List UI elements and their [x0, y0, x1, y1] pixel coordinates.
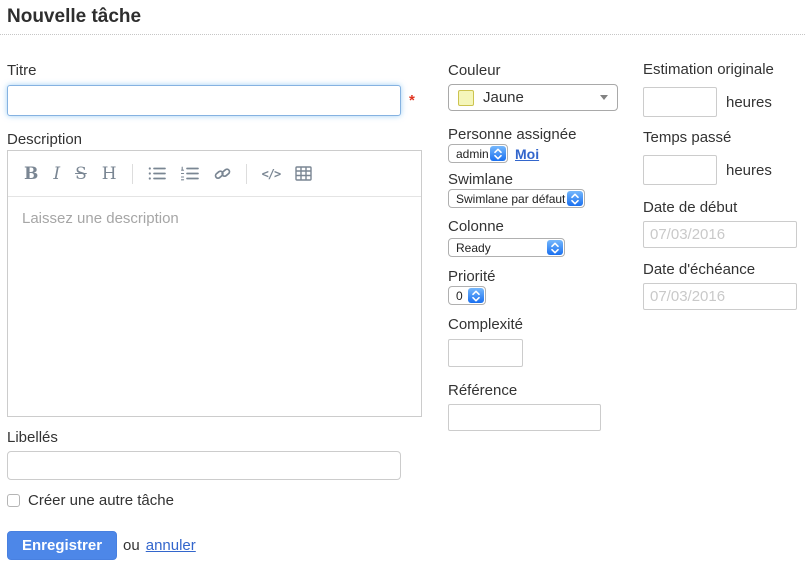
description-label: Description — [7, 131, 427, 149]
description-textarea[interactable] — [8, 197, 421, 415]
color-select[interactable]: Jaune — [448, 84, 618, 111]
complexity-label: Complexité — [448, 316, 633, 334]
description-editor: B I S H — [7, 150, 422, 417]
select-stepper-icon — [468, 288, 484, 303]
tags-label: Libellés — [7, 429, 427, 447]
start-date-label: Date de début — [643, 199, 803, 217]
form-actions: Enregistrer ou annuler — [7, 531, 427, 560]
heading-icon[interactable]: H — [102, 164, 117, 184]
reference-field: Référence — [448, 382, 633, 431]
assignee-value: admin — [456, 147, 489, 161]
reference-input[interactable] — [448, 404, 601, 431]
column-field: Colonne Ready — [448, 218, 633, 257]
complexity-field: Complexité — [448, 316, 633, 367]
ordered-list-icon[interactable] — [181, 166, 199, 181]
complexity-input[interactable] — [448, 339, 523, 367]
assignee-field: Personne assignée admin Moi — [448, 126, 633, 163]
due-date-field: Date d'échéance — [643, 261, 803, 310]
italic-icon[interactable]: I — [53, 164, 60, 184]
time-spent-label: Temps passé — [643, 129, 803, 147]
tags-input[interactable] — [7, 451, 401, 480]
unordered-list-icon[interactable] — [148, 166, 166, 181]
create-another-row: Créer une autre tâche — [7, 492, 427, 509]
swimlane-value: Swimlane par défaut — [456, 192, 565, 206]
priority-field: Priorité 0 — [448, 268, 633, 305]
title-input[interactable] — [7, 85, 401, 116]
color-value: Jaune — [483, 89, 524, 106]
column-label: Colonne — [448, 218, 633, 236]
column-value: Ready — [456, 241, 491, 255]
save-button[interactable]: Enregistrer — [7, 531, 117, 560]
assignee-label: Personne assignée — [448, 126, 633, 144]
estimate-label: Estimation originale — [643, 61, 803, 79]
tags-field: Libellés — [7, 429, 427, 480]
color-swatch-yellow — [458, 90, 474, 106]
toolbar-divider — [132, 164, 133, 184]
select-stepper-icon — [547, 240, 563, 255]
link-icon[interactable] — [214, 166, 231, 182]
start-date-field: Date de début — [643, 199, 803, 248]
priority-select[interactable]: 0 — [448, 286, 486, 305]
title-field: Titre * — [7, 62, 427, 116]
swimlane-label: Swimlane — [448, 171, 633, 189]
dates-form-column: Estimation originale heures Temps passé … — [643, 0, 803, 566]
color-label: Couleur — [448, 62, 633, 80]
column-select[interactable]: Ready — [448, 238, 565, 257]
estimate-unit: heures — [726, 94, 772, 111]
required-asterisk: * — [409, 92, 415, 109]
swimlane-select[interactable]: Swimlane par défaut — [448, 189, 585, 208]
start-date-input[interactable] — [643, 221, 797, 248]
assignee-select[interactable]: admin — [448, 144, 508, 163]
or-text: ou — [123, 537, 140, 554]
reference-label: Référence — [448, 382, 633, 400]
priority-label: Priorité — [448, 268, 633, 286]
secondary-form-column: Couleur Jaune Personne assignée admin Mo… — [448, 0, 633, 566]
toolbar-divider — [246, 164, 247, 184]
estimate-input[interactable] — [643, 87, 717, 117]
create-another-checkbox[interactable] — [7, 494, 20, 507]
code-icon[interactable]: </> — [262, 167, 281, 181]
description-field: Description B I S H — [7, 131, 427, 417]
due-date-input[interactable] — [643, 283, 797, 310]
bold-icon[interactable]: B — [24, 164, 38, 184]
table-icon[interactable] — [295, 166, 312, 181]
title-label: Titre — [7, 62, 427, 80]
estimate-field: Estimation originale heures — [643, 61, 803, 117]
chevron-down-icon — [600, 95, 608, 100]
main-form-column: Titre * Description B I S H — [7, 0, 427, 566]
color-field: Couleur Jaune — [448, 62, 633, 111]
create-another-label: Créer une autre tâche — [28, 492, 174, 509]
time-spent-field: Temps passé heures — [643, 129, 803, 185]
select-stepper-icon — [490, 146, 506, 161]
editor-toolbar: B I S H — [8, 151, 421, 197]
swimlane-field: Swimlane Swimlane par défaut — [448, 171, 633, 208]
due-date-label: Date d'échéance — [643, 261, 803, 279]
cancel-link[interactable]: annuler — [146, 537, 196, 554]
strikethrough-icon[interactable]: S — [75, 164, 87, 184]
time-spent-input[interactable] — [643, 155, 717, 185]
assign-to-me-link[interactable]: Moi — [515, 146, 539, 162]
priority-value: 0 — [456, 289, 463, 303]
select-stepper-icon — [567, 191, 583, 206]
time-spent-unit: heures — [726, 162, 772, 179]
